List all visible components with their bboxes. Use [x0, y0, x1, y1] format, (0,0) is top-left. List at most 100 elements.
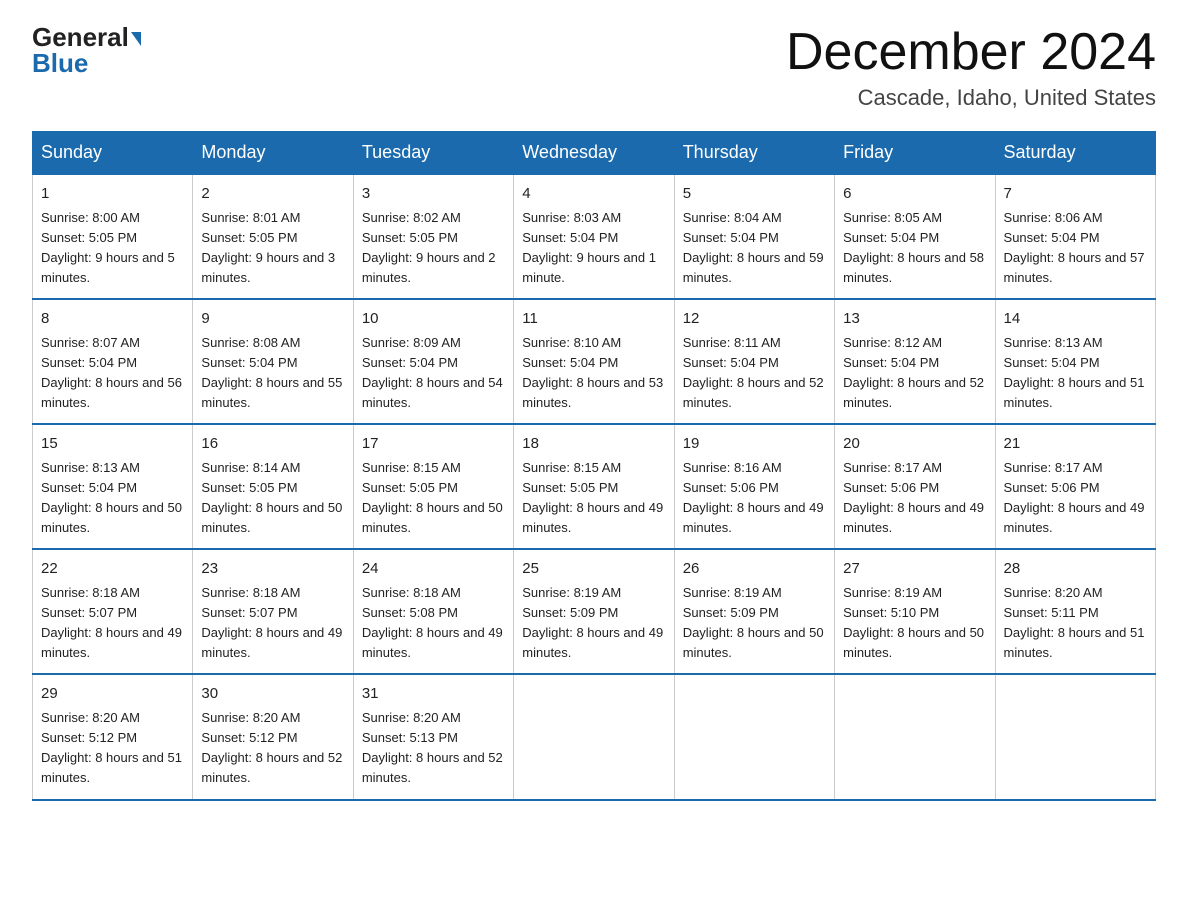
- calendar-week-row: 15 Sunrise: 8:13 AMSunset: 5:04 PMDaylig…: [33, 424, 1156, 549]
- page-header: General Blue December 2024 Cascade, Idah…: [32, 24, 1156, 111]
- table-row: 20 Sunrise: 8:17 AMSunset: 5:06 PMDaylig…: [835, 424, 995, 549]
- calendar-table: Sunday Monday Tuesday Wednesday Thursday…: [32, 131, 1156, 800]
- table-row: 28 Sunrise: 8:20 AMSunset: 5:11 PMDaylig…: [995, 549, 1155, 674]
- table-row: 9 Sunrise: 8:08 AMSunset: 5:04 PMDayligh…: [193, 299, 353, 424]
- day-number: 5: [683, 183, 826, 206]
- day-info: Sunrise: 8:17 AMSunset: 5:06 PMDaylight:…: [1004, 460, 1145, 535]
- day-info: Sunrise: 8:18 AMSunset: 5:07 PMDaylight:…: [201, 585, 342, 660]
- col-header-sunday: Sunday: [33, 132, 193, 175]
- day-info: Sunrise: 8:16 AMSunset: 5:06 PMDaylight:…: [683, 460, 824, 535]
- day-info: Sunrise: 8:11 AMSunset: 5:04 PMDaylight:…: [683, 335, 824, 410]
- table-row: 12 Sunrise: 8:11 AMSunset: 5:04 PMDaylig…: [674, 299, 834, 424]
- table-row: 29 Sunrise: 8:20 AMSunset: 5:12 PMDaylig…: [33, 674, 193, 799]
- day-number: 26: [683, 558, 826, 581]
- table-row: 25 Sunrise: 8:19 AMSunset: 5:09 PMDaylig…: [514, 549, 674, 674]
- col-header-tuesday: Tuesday: [353, 132, 513, 175]
- table-row: [835, 674, 995, 799]
- col-header-saturday: Saturday: [995, 132, 1155, 175]
- day-number: 10: [362, 308, 505, 331]
- day-number: 9: [201, 308, 344, 331]
- table-row: 5 Sunrise: 8:04 AMSunset: 5:04 PMDayligh…: [674, 174, 834, 299]
- day-info: Sunrise: 8:20 AMSunset: 5:13 PMDaylight:…: [362, 710, 503, 785]
- day-info: Sunrise: 8:19 AMSunset: 5:09 PMDaylight:…: [522, 585, 663, 660]
- day-info: Sunrise: 8:03 AMSunset: 5:04 PMDaylight:…: [522, 210, 656, 285]
- logo: General Blue: [32, 24, 141, 76]
- table-row: 16 Sunrise: 8:14 AMSunset: 5:05 PMDaylig…: [193, 424, 353, 549]
- day-info: Sunrise: 8:18 AMSunset: 5:07 PMDaylight:…: [41, 585, 182, 660]
- day-info: Sunrise: 8:15 AMSunset: 5:05 PMDaylight:…: [362, 460, 503, 535]
- day-number: 13: [843, 308, 986, 331]
- day-info: Sunrise: 8:15 AMSunset: 5:05 PMDaylight:…: [522, 460, 663, 535]
- day-number: 4: [522, 183, 665, 206]
- title-area: December 2024 Cascade, Idaho, United Sta…: [786, 24, 1156, 111]
- day-number: 16: [201, 433, 344, 456]
- day-number: 29: [41, 683, 184, 706]
- day-info: Sunrise: 8:13 AMSunset: 5:04 PMDaylight:…: [41, 460, 182, 535]
- day-info: Sunrise: 8:01 AMSunset: 5:05 PMDaylight:…: [201, 210, 335, 285]
- table-row: [995, 674, 1155, 799]
- day-info: Sunrise: 8:09 AMSunset: 5:04 PMDaylight:…: [362, 335, 503, 410]
- table-row: 13 Sunrise: 8:12 AMSunset: 5:04 PMDaylig…: [835, 299, 995, 424]
- col-header-thursday: Thursday: [674, 132, 834, 175]
- day-number: 20: [843, 433, 986, 456]
- day-number: 22: [41, 558, 184, 581]
- day-number: 12: [683, 308, 826, 331]
- day-info: Sunrise: 8:19 AMSunset: 5:09 PMDaylight:…: [683, 585, 824, 660]
- day-info: Sunrise: 8:18 AMSunset: 5:08 PMDaylight:…: [362, 585, 503, 660]
- day-info: Sunrise: 8:02 AMSunset: 5:05 PMDaylight:…: [362, 210, 496, 285]
- table-row: 24 Sunrise: 8:18 AMSunset: 5:08 PMDaylig…: [353, 549, 513, 674]
- day-number: 25: [522, 558, 665, 581]
- day-info: Sunrise: 8:14 AMSunset: 5:05 PMDaylight:…: [201, 460, 342, 535]
- logo-general: General: [32, 24, 141, 50]
- day-number: 27: [843, 558, 986, 581]
- table-row: 19 Sunrise: 8:16 AMSunset: 5:06 PMDaylig…: [674, 424, 834, 549]
- table-row: 21 Sunrise: 8:17 AMSunset: 5:06 PMDaylig…: [995, 424, 1155, 549]
- day-number: 28: [1004, 558, 1147, 581]
- day-number: 17: [362, 433, 505, 456]
- table-row: 11 Sunrise: 8:10 AMSunset: 5:04 PMDaylig…: [514, 299, 674, 424]
- table-row: 2 Sunrise: 8:01 AMSunset: 5:05 PMDayligh…: [193, 174, 353, 299]
- day-info: Sunrise: 8:12 AMSunset: 5:04 PMDaylight:…: [843, 335, 984, 410]
- calendar-week-row: 22 Sunrise: 8:18 AMSunset: 5:07 PMDaylig…: [33, 549, 1156, 674]
- col-header-friday: Friday: [835, 132, 995, 175]
- day-info: Sunrise: 8:20 AMSunset: 5:12 PMDaylight:…: [41, 710, 182, 785]
- day-info: Sunrise: 8:19 AMSunset: 5:10 PMDaylight:…: [843, 585, 984, 660]
- logo-arrow-icon: [131, 32, 141, 46]
- day-info: Sunrise: 8:06 AMSunset: 5:04 PMDaylight:…: [1004, 210, 1145, 285]
- day-info: Sunrise: 8:04 AMSunset: 5:04 PMDaylight:…: [683, 210, 824, 285]
- table-row: 23 Sunrise: 8:18 AMSunset: 5:07 PMDaylig…: [193, 549, 353, 674]
- day-number: 23: [201, 558, 344, 581]
- col-header-monday: Monday: [193, 132, 353, 175]
- day-number: 11: [522, 308, 665, 331]
- calendar-header-row: Sunday Monday Tuesday Wednesday Thursday…: [33, 132, 1156, 175]
- day-number: 3: [362, 183, 505, 206]
- day-info: Sunrise: 8:10 AMSunset: 5:04 PMDaylight:…: [522, 335, 663, 410]
- table-row: 22 Sunrise: 8:18 AMSunset: 5:07 PMDaylig…: [33, 549, 193, 674]
- table-row: 27 Sunrise: 8:19 AMSunset: 5:10 PMDaylig…: [835, 549, 995, 674]
- day-info: Sunrise: 8:00 AMSunset: 5:05 PMDaylight:…: [41, 210, 175, 285]
- calendar-week-row: 29 Sunrise: 8:20 AMSunset: 5:12 PMDaylig…: [33, 674, 1156, 799]
- day-info: Sunrise: 8:07 AMSunset: 5:04 PMDaylight:…: [41, 335, 182, 410]
- day-number: 19: [683, 433, 826, 456]
- table-row: 26 Sunrise: 8:19 AMSunset: 5:09 PMDaylig…: [674, 549, 834, 674]
- day-info: Sunrise: 8:08 AMSunset: 5:04 PMDaylight:…: [201, 335, 342, 410]
- day-number: 2: [201, 183, 344, 206]
- day-number: 1: [41, 183, 184, 206]
- day-info: Sunrise: 8:13 AMSunset: 5:04 PMDaylight:…: [1004, 335, 1145, 410]
- day-number: 18: [522, 433, 665, 456]
- day-number: 31: [362, 683, 505, 706]
- table-row: 3 Sunrise: 8:02 AMSunset: 5:05 PMDayligh…: [353, 174, 513, 299]
- table-row: 4 Sunrise: 8:03 AMSunset: 5:04 PMDayligh…: [514, 174, 674, 299]
- day-info: Sunrise: 8:05 AMSunset: 5:04 PMDaylight:…: [843, 210, 984, 285]
- table-row: 31 Sunrise: 8:20 AMSunset: 5:13 PMDaylig…: [353, 674, 513, 799]
- calendar-week-row: 1 Sunrise: 8:00 AMSunset: 5:05 PMDayligh…: [33, 174, 1156, 299]
- table-row: 18 Sunrise: 8:15 AMSunset: 5:05 PMDaylig…: [514, 424, 674, 549]
- table-row: 17 Sunrise: 8:15 AMSunset: 5:05 PMDaylig…: [353, 424, 513, 549]
- day-number: 8: [41, 308, 184, 331]
- table-row: 10 Sunrise: 8:09 AMSunset: 5:04 PMDaylig…: [353, 299, 513, 424]
- table-row: 30 Sunrise: 8:20 AMSunset: 5:12 PMDaylig…: [193, 674, 353, 799]
- table-row: 8 Sunrise: 8:07 AMSunset: 5:04 PMDayligh…: [33, 299, 193, 424]
- calendar-title: December 2024: [786, 24, 1156, 81]
- table-row: 6 Sunrise: 8:05 AMSunset: 5:04 PMDayligh…: [835, 174, 995, 299]
- day-number: 6: [843, 183, 986, 206]
